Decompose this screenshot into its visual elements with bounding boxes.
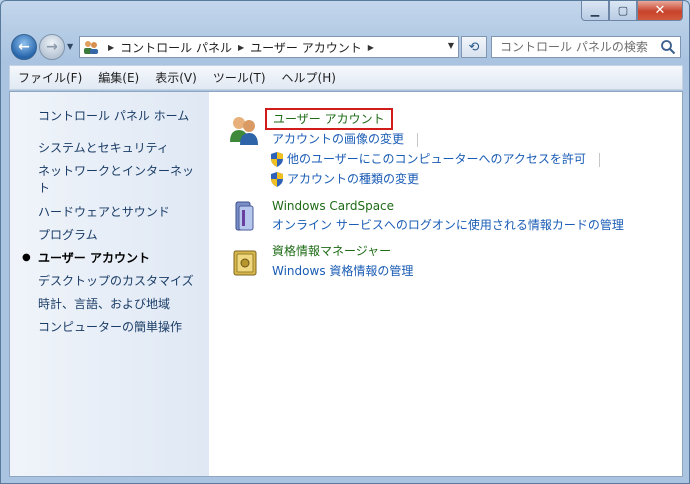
menu-tools[interactable]: ツール(T) — [213, 69, 266, 86]
search-icon[interactable] — [660, 39, 676, 55]
close-icon: ✕ — [654, 3, 666, 18]
credential-manager-title-link[interactable]: 資格情報マネージャー — [272, 243, 391, 259]
breadcrumb-separator-icon[interactable]: ▶ — [108, 43, 114, 52]
refresh-icon: ⟲ — [468, 39, 480, 55]
back-arrow-icon: ← — [18, 39, 30, 55]
sidebar-item-hardware-sound[interactable]: ハードウェアとサウンド — [38, 204, 202, 221]
sidebar-item-ease-of-access[interactable]: コンピューターの簡単操作 — [38, 319, 202, 336]
window-controls: ▁ ▢ ✕ — [581, 1, 683, 21]
close-button[interactable]: ✕ — [637, 1, 683, 21]
search-box — [491, 36, 681, 58]
menu-bar: ファイル(F) 編集(E) 表示(V) ツール(T) ヘルプ(H) — [9, 65, 683, 90]
grant-access-label: 他のユーザーにこのコンピューターへのアクセスを許可 — [287, 152, 586, 166]
breadcrumb-user-accounts[interactable]: ユーザー アカウント — [250, 39, 362, 56]
sidebar-item-system-security[interactable]: システムとセキュリティ — [38, 140, 202, 157]
credential-manager-icon — [233, 250, 257, 276]
cardspace-title-link[interactable]: Windows CardSpace — [272, 198, 394, 214]
menu-help[interactable]: ヘルプ(H) — [282, 69, 336, 86]
sidebar-home-link[interactable]: コントロール パネル ホーム — [38, 108, 202, 125]
minimize-icon: ▁ — [590, 4, 600, 17]
title-bar: ▁ ▢ ✕ — [1, 1, 689, 29]
uac-shield-icon — [271, 151, 283, 167]
control-panel-users-icon — [80, 37, 102, 57]
menu-file[interactable]: ファイル(F) — [18, 69, 82, 86]
user-accounts-icon — [230, 117, 258, 145]
sidebar: コントロール パネル ホーム システムとセキュリティ ネットワークとインターネッ… — [10, 92, 209, 476]
breadcrumb: ▶ コントロール パネル ▶ ユーザー アカウント ▶ — [102, 39, 380, 56]
change-picture-link[interactable]: アカウントの画像の変更 — [272, 131, 404, 147]
breadcrumb-separator-icon[interactable]: ▶ — [238, 43, 244, 52]
link-divider — [417, 133, 418, 147]
forward-arrow-icon: → — [46, 39, 58, 55]
sidebar-item-network[interactable]: ネットワークとインターネット — [38, 163, 202, 197]
content-area: コントロール パネル ホーム システムとセキュリティ ネットワークとインターネッ… — [9, 91, 683, 477]
menu-view[interactable]: 表示(V) — [155, 69, 197, 86]
cardspace-icon — [235, 201, 254, 231]
menu-edit[interactable]: 編集(E) — [98, 69, 139, 86]
search-input[interactable] — [492, 37, 656, 57]
sidebar-item-clock-language-region[interactable]: 時計、言語、および地域 — [38, 296, 202, 313]
uac-shield-icon — [271, 171, 283, 187]
back-button[interactable]: ← — [11, 34, 37, 60]
manage-information-cards-link[interactable]: オンライン サービスへのログオンに使用される情報カードの管理 — [272, 217, 624, 233]
breadcrumb-separator-icon[interactable]: ▶ — [368, 43, 374, 52]
forward-button[interactable]: → — [39, 34, 65, 60]
sidebar-item-appearance[interactable]: デスクトップのカスタマイズ — [38, 273, 202, 290]
sidebar-item-programs[interactable]: プログラム — [38, 227, 202, 244]
breadcrumb-control-panel[interactable]: コントロール パネル — [120, 39, 232, 56]
main-panel: ユーザー アカウント アカウントの画像の変更 他のユーザーにこのコンピューターへ… — [210, 92, 682, 476]
maximize-icon: ▢ — [617, 4, 629, 17]
address-dropdown-icon[interactable]: ▼ — [448, 41, 454, 50]
refresh-button[interactable]: ⟲ — [461, 36, 487, 58]
link-divider — [599, 153, 600, 167]
change-account-type-link[interactable]: アカウントの種類の変更 — [270, 171, 419, 187]
recent-pages-dropdown-icon[interactable]: ▼ — [67, 42, 73, 51]
current-item-bullet-icon: ● — [22, 252, 31, 263]
manage-windows-credentials-link[interactable]: Windows 資格情報の管理 — [272, 263, 413, 279]
minimize-button[interactable]: ▁ — [581, 1, 609, 21]
user-accounts-title-link[interactable]: ユーザー アカウント — [265, 108, 393, 130]
address-bar[interactable]: ▶ コントロール パネル ▶ ユーザー アカウント ▶ ▼ — [79, 36, 459, 58]
navigation-bar: ← → ▼ ▶ コントロール パネル ▶ ユーザー アカウント ▶ ▼ ⟲ — [1, 31, 689, 63]
sidebar-item-user-accounts: ユーザー アカウント — [38, 251, 150, 265]
maximize-button[interactable]: ▢ — [609, 1, 637, 21]
control-panel-window: ▁ ▢ ✕ ← → ▼ ▶ コントロール パネル ▶ ユーザー アカウント ▶ … — [0, 0, 690, 484]
change-account-type-label: アカウントの種類の変更 — [287, 172, 420, 186]
grant-access-link[interactable]: 他のユーザーにこのコンピューターへのアクセスを許可 — [270, 151, 586, 167]
